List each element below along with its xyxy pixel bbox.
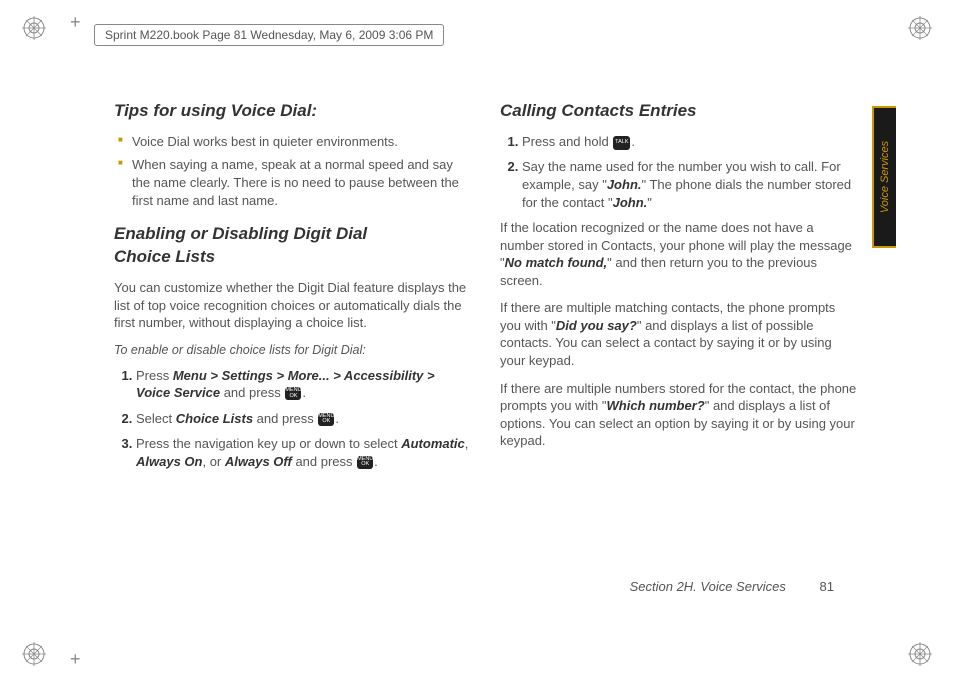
step-item: Press the navigation key up or down to s… — [136, 435, 472, 470]
section-tab: Voice Services — [872, 106, 896, 248]
page-body: Tips for using Voice Dial: Voice Dial wo… — [114, 100, 858, 602]
instruction-label: To enable or disable choice lists for Di… — [114, 342, 472, 359]
list-item: When saying a name, speak at a normal sp… — [132, 156, 472, 209]
body-text: If the location recognized or the name d… — [500, 219, 858, 289]
menu-ok-icon: MENUOK — [285, 387, 301, 400]
body-text: You can customize whether the Digit Dial… — [114, 279, 472, 332]
body-text: If there are multiple numbers stored for… — [500, 380, 858, 450]
registration-mark-icon — [22, 16, 46, 40]
menu-ok-icon: MENUOK — [357, 456, 373, 469]
heading-calling: Calling Contacts Entries — [500, 100, 858, 123]
footer-page-number: 81 — [820, 579, 834, 594]
left-column: Tips for using Voice Dial: Voice Dial wo… — [114, 100, 472, 602]
menu-ok-icon: MENUOK — [318, 413, 334, 426]
talk-icon: TALK — [613, 136, 630, 150]
right-column: Calling Contacts Entries Press and hold … — [500, 100, 858, 602]
document-header: Sprint M220.book Page 81 Wednesday, May … — [94, 24, 444, 46]
page-footer: Section 2H. Voice Services 81 — [630, 579, 834, 594]
registration-mark-icon — [22, 642, 46, 666]
tips-list: Voice Dial works best in quieter environ… — [114, 133, 472, 209]
steps-list: Press Menu > Settings > More... > Access… — [114, 367, 472, 471]
crop-mark-icon: + — [70, 12, 81, 33]
step-item: Press Menu > Settings > More... > Access… — [136, 367, 472, 402]
body-text: If there are multiple matching contacts,… — [500, 299, 858, 369]
registration-mark-icon — [908, 16, 932, 40]
heading-digit-dial: Enabling or Disabling Digit Dial Choice … — [114, 223, 472, 269]
step-item: Say the name used for the number you wis… — [522, 158, 858, 211]
step-item: Press and hold TALK. — [522, 133, 858, 151]
step-item: Select Choice Lists and press MENUOK. — [136, 410, 472, 428]
section-tab-label: Voice Services — [879, 141, 891, 213]
registration-mark-icon — [908, 642, 932, 666]
crop-mark-icon: + — [70, 649, 81, 670]
footer-section: Section 2H. Voice Services — [630, 579, 786, 594]
steps-list: Press and hold TALK. Say the name used f… — [500, 133, 858, 211]
list-item: Voice Dial works best in quieter environ… — [132, 133, 472, 151]
heading-tips: Tips for using Voice Dial: — [114, 100, 472, 123]
